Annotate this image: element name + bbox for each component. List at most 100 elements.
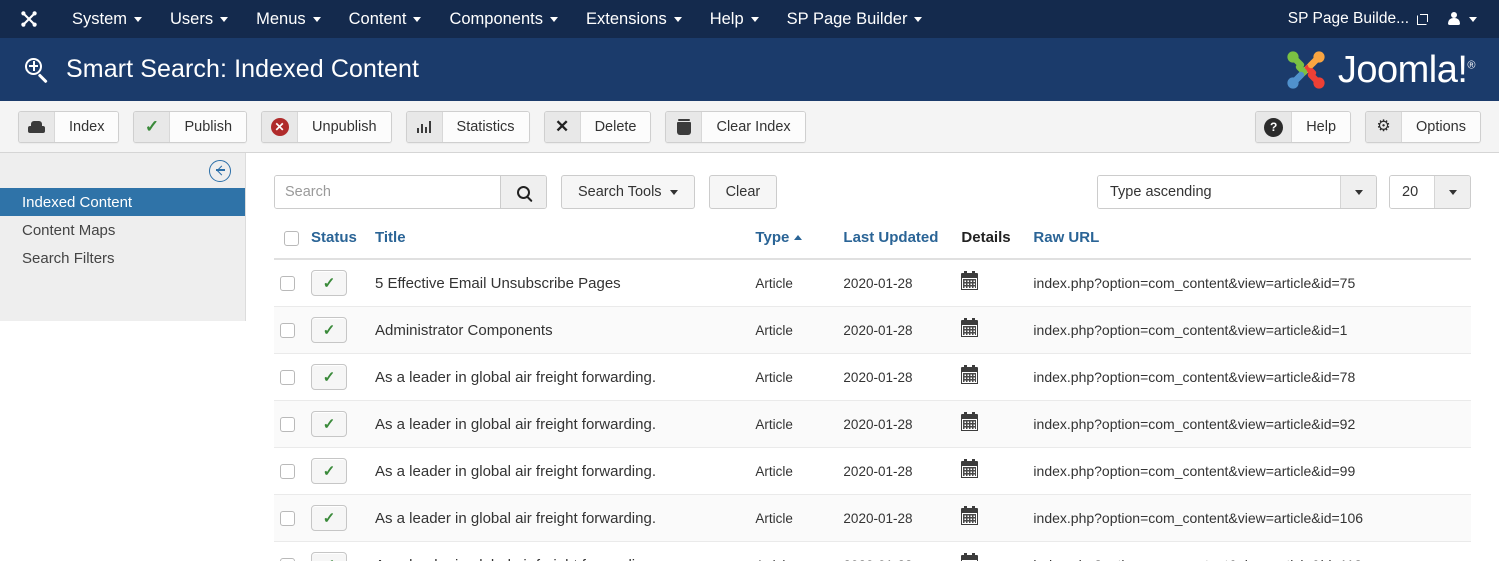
column-header-status[interactable]: Status [305,225,369,259]
nav-item-menus[interactable]: Menus [242,0,335,38]
status-toggle-button[interactable]: ✓ [311,458,347,484]
column-header-raw-url-link[interactable]: Raw URL [1033,229,1099,246]
chevron-down-icon [220,17,228,22]
search-input[interactable] [275,176,500,208]
calendar-icon[interactable] [961,555,978,561]
nav-item-help[interactable]: Help [696,0,773,38]
column-header-type-link[interactable]: Type [755,229,789,246]
calendar-icon[interactable] [961,273,978,290]
index-icon [19,112,55,142]
sidebar-item-content-maps[interactable]: Content Maps [0,216,245,244]
sidebar-item-search-filters[interactable]: Search Filters [0,244,245,272]
row-checkbox[interactable] [280,370,295,385]
nav-item-components[interactable]: Components [435,0,572,38]
table-header: Status Title Type Last Updated Details [274,225,1471,259]
clear-index-button[interactable]: Clear Index [665,111,805,143]
top-navigation-bar: System Users Menus Content Components Ex… [0,0,1499,38]
clear-filters-button[interactable]: Clear [709,175,778,209]
page-body: Indexed Content Content Maps Search Filt… [0,153,1499,557]
column-header-title-link[interactable]: Title [375,229,406,246]
select-all-checkbox[interactable] [284,231,299,246]
unpublish-button[interactable]: ✕ Unpublish [261,111,392,143]
nav-item-extensions[interactable]: Extensions [572,0,696,38]
search-tools-button[interactable]: Search Tools [561,175,695,209]
site-preview-link[interactable]: SP Page Builde... [1278,0,1438,38]
calendar-icon[interactable] [961,320,978,337]
row-details-cell [955,401,1027,448]
row-checkbox[interactable] [280,276,295,291]
calendar-icon[interactable] [961,508,978,525]
sort-select-arrow[interactable] [1340,176,1376,208]
nav-item-label: Help [710,0,744,38]
help-button-label: Help [1292,112,1350,142]
row-select-cell [274,259,305,307]
row-title-cell[interactable]: 5 Effective Email Unsubscribe Pages [369,259,749,307]
status-toggle-button[interactable]: ✓ [311,270,347,296]
search-submit-button[interactable] [500,176,546,208]
row-checkbox[interactable] [280,417,295,432]
check-icon: ✓ [323,558,336,561]
chevron-down-icon [1449,190,1457,195]
table-row: ✓ 5 Effective Email Unsubscribe Pages Ar… [274,259,1471,307]
row-checkbox[interactable] [280,464,295,479]
x-circle-icon: ✕ [262,112,298,142]
row-title-cell[interactable]: As a leader in global air freight forwar… [369,354,749,401]
statistics-button-label: Statistics [443,112,529,142]
index-button[interactable]: Index [18,111,119,143]
delete-button[interactable]: ✕ Delete [544,111,652,143]
collapse-left-icon[interactable] [209,160,231,182]
status-toggle-button[interactable]: ✓ [311,505,347,531]
list-limit-select[interactable]: 20 [1389,175,1471,209]
row-title-cell[interactable]: As a leader in global air freight forwar… [369,495,749,542]
row-raw-url-cell: index.php?option=com_content&view=articl… [1027,448,1471,495]
row-last-updated-cell: 2020-01-28 [837,307,955,354]
column-header-raw-url[interactable]: Raw URL [1027,225,1471,259]
status-toggle-button[interactable]: ✓ [311,317,347,343]
nav-item-system[interactable]: System [58,0,156,38]
publish-button[interactable]: ✓ Publish [133,111,247,143]
status-toggle-button[interactable]: ✓ [311,411,347,437]
row-type-cell: Article [749,259,837,307]
nav-item-users[interactable]: Users [156,0,242,38]
row-title-cell[interactable]: As a leader in global air freight forwar… [369,448,749,495]
column-header-title[interactable]: Title [369,225,749,259]
column-header-last-updated[interactable]: Last Updated [837,225,955,259]
row-raw-url-cell: index.php?option=com_content&view=articl… [1027,259,1471,307]
row-title-cell[interactable]: Administrator Components [369,307,749,354]
row-checkbox[interactable] [280,511,295,526]
nav-item-content[interactable]: Content [335,0,436,38]
status-toggle-button[interactable]: ✓ [311,364,347,390]
row-title-cell[interactable]: As a leader in global air freight forwar… [369,542,749,561]
row-checkbox[interactable] [280,323,295,338]
nav-item-label: System [72,0,127,38]
column-header-type[interactable]: Type [749,225,837,259]
clear-label: Clear [726,184,761,200]
options-button-label: Options [1402,112,1480,142]
sidebar-item-indexed-content[interactable]: Indexed Content [0,188,245,216]
options-button[interactable]: ⚙ Options [1365,111,1481,143]
sort-select[interactable]: Type ascending [1097,175,1377,209]
calendar-icon[interactable] [961,461,978,478]
column-header-last-updated-link[interactable]: Last Updated [843,229,938,246]
column-header-status-link[interactable]: Status [311,229,357,246]
status-toggle-button[interactable]: ✓ [311,552,347,561]
statistics-button[interactable]: Statistics [406,111,530,143]
calendar-icon[interactable] [961,367,978,384]
publish-button-label: Publish [170,112,246,142]
row-title-cell[interactable]: As a leader in global air freight forwar… [369,401,749,448]
select-all-header [274,225,305,259]
joomla-wordmark: Joomla!® [1338,51,1475,89]
list-limit-value: 20 [1390,176,1434,208]
check-icon: ✓ [323,276,336,291]
gear-icon: ⚙ [1366,112,1402,142]
list-limit-arrow[interactable] [1434,176,1470,208]
help-button[interactable]: ? Help [1255,111,1351,143]
row-status-cell: ✓ [305,354,369,401]
calendar-icon[interactable] [961,414,978,431]
joomla-mark-icon[interactable] [18,8,40,30]
row-type-cell: Article [749,401,837,448]
nav-item-sp-page-builder[interactable]: SP Page Builder [773,0,937,38]
joomla-wordmark-sup: ® [1467,59,1475,71]
row-type-cell: Article [749,307,837,354]
user-menu[interactable] [1438,0,1487,38]
